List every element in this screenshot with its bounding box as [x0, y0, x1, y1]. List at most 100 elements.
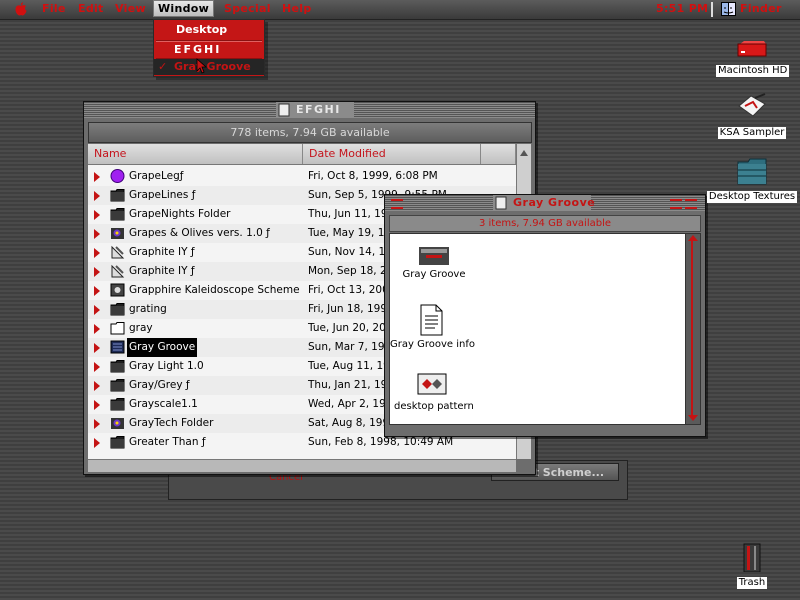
scroll-up-arrow-icon[interactable]: [687, 234, 699, 242]
folder-icon: [110, 436, 125, 449]
file-date-modified: Fri, Oct 8, 1999, 6:08 PM: [308, 170, 438, 182]
gray-groove-file[interactable]: Gray Groove: [398, 246, 470, 280]
menu-divider: [711, 2, 713, 17]
folder-title-icon: [278, 103, 290, 117]
zoom-box-icon[interactable]: [670, 199, 682, 209]
disclosure-triangle-icon[interactable]: [94, 362, 100, 372]
disclosure-triangle-icon[interactable]: [94, 229, 100, 239]
trash-icon: [743, 543, 761, 573]
desktop-icon-trash[interactable]: Trash: [728, 542, 776, 589]
menu-bar: File Edit View Window Special Help 5:51 …: [0, 0, 800, 20]
efghi-title: EFGHI: [296, 103, 341, 116]
folder-icon: [110, 189, 125, 202]
file-row[interactable]: GrapeLegƒ Fri, Oct 8, 1999, 6:08 PM: [88, 167, 516, 186]
folder-icon: [110, 208, 125, 221]
mouse-cursor-icon: [196, 58, 208, 74]
menu-help[interactable]: Help: [282, 2, 312, 15]
document-icon: [420, 304, 443, 336]
gray-groove-info-label: Gray Groove info: [390, 339, 475, 350]
app-menu-finder[interactable]: Finder: [740, 2, 782, 15]
graphite-icon: [111, 264, 125, 278]
icon-view-pane: Gray Groove Gray Groove info desktop pat…: [389, 233, 687, 425]
scroll-down-arrow-icon[interactable]: [687, 414, 699, 422]
desktop-icon-ksa-sampler[interactable]: KSA Sampler: [716, 92, 788, 139]
file-name: Grayscale1.1: [129, 398, 198, 410]
column-header-row: Name Date Modified: [88, 144, 516, 165]
gray-groove-file-label: Gray Groove: [402, 269, 466, 280]
disclosure-triangle-icon[interactable]: [94, 191, 100, 201]
desktop-label-macintosh-hd: Macintosh HD: [716, 65, 790, 77]
graphite-icon: [111, 245, 125, 259]
window-menu-item-efghi[interactable]: EFGHI: [154, 41, 264, 58]
scheme-folder-icon: [110, 340, 125, 354]
file-name: Grapphire Kaleidoscope Scheme: [129, 284, 300, 296]
disclosure-triangle-icon[interactable]: [94, 267, 100, 277]
file-name: Gray/Grey ƒ: [129, 379, 190, 391]
file-name: Graphite IY ƒ: [129, 246, 195, 258]
gray-groove-vertical-scrollbar[interactable]: [685, 233, 701, 425]
disclosure-triangle-icon[interactable]: [94, 286, 100, 296]
file-name: Graphite IY ƒ: [129, 265, 195, 277]
collapse-box-icon[interactable]: [685, 199, 697, 209]
column-name[interactable]: Name: [88, 144, 303, 164]
window-menu-item-desktop[interactable]: Desktop: [154, 21, 264, 38]
finder-icon[interactable]: [721, 2, 736, 16]
file-name: Gray Groove: [127, 338, 198, 357]
app-folder-icon: [111, 228, 124, 239]
folder-icon: [110, 360, 125, 373]
disclosure-triangle-icon[interactable]: [94, 343, 100, 353]
file-name: grating: [129, 303, 167, 315]
disclosure-triangle-icon[interactable]: [94, 438, 100, 448]
disclosure-triangle-icon[interactable]: [94, 172, 100, 182]
empty-folder-icon: [110, 322, 125, 335]
folder-icon: [737, 158, 767, 185]
file-name: GrapeLines ƒ: [129, 189, 196, 201]
menu-view[interactable]: View: [115, 2, 146, 15]
desktop-pattern-file[interactable]: desktop pattern: [394, 372, 474, 412]
window-menu-item-gray-groove[interactable]: Gray Groove: [154, 59, 264, 75]
disclosure-triangle-icon[interactable]: [94, 305, 100, 315]
efghi-titlebar[interactable]: EFGHI: [84, 102, 535, 118]
folder-title-icon: [495, 196, 507, 210]
disclosure-triangle-icon[interactable]: [94, 324, 100, 334]
menu-file[interactable]: File: [42, 2, 66, 15]
efghi-status-bar: 778 items, 7.94 GB available: [88, 122, 532, 143]
close-box-icon[interactable]: [391, 199, 403, 209]
window-menu-dropdown: Desktop EFGHI ✓ Gray Groove: [153, 19, 265, 77]
desktop-label-ksa-sampler: KSA Sampler: [717, 127, 787, 139]
disclosure-triangle-icon[interactable]: [94, 381, 100, 391]
desktop-icon-desktop-textures[interactable]: Desktop Textures: [706, 156, 798, 203]
folder-icon: [110, 379, 125, 392]
cd-icon: [738, 93, 766, 117]
file-name: GrapeLegƒ: [129, 170, 184, 182]
gray-groove-title: Gray Groove: [513, 196, 596, 209]
gray-groove-titlebar[interactable]: Gray Groove: [385, 195, 705, 211]
efghi-horizontal-scrollbar[interactable]: [88, 459, 516, 472]
menu-edit[interactable]: Edit: [78, 2, 104, 15]
disclosure-triangle-icon[interactable]: [94, 210, 100, 220]
disclosure-triangle-icon[interactable]: [94, 400, 100, 410]
desktop-label-trash: Trash: [736, 577, 768, 589]
column-date-modified[interactable]: Date Modified: [303, 144, 481, 164]
file-name: gray: [129, 322, 153, 334]
menu-special[interactable]: Special: [224, 2, 271, 15]
gray-groove-window: Gray Groove 3 items, 7.94 GB available G…: [384, 194, 706, 437]
gray-groove-info-file[interactable]: Gray Groove info: [390, 304, 475, 350]
column-extra[interactable]: [481, 144, 516, 164]
menu-window[interactable]: Window: [153, 0, 215, 17]
hard-drive-icon: [737, 41, 767, 57]
scroll-up-arrow-icon[interactable]: [519, 148, 529, 158]
desktop-icon-macintosh-hd[interactable]: Macintosh HD: [716, 40, 790, 77]
pattern-file-icon: [417, 373, 447, 395]
disclosure-triangle-icon[interactable]: [94, 248, 100, 258]
file-name: GrapeNights Folder: [129, 208, 231, 220]
menu-clock[interactable]: 5:51 PM: [656, 2, 708, 15]
folder-icon: [110, 303, 125, 316]
apple-menu-icon[interactable]: [14, 2, 28, 16]
purple-ball-icon: [110, 169, 125, 183]
folder-icon: [110, 398, 125, 411]
disclosure-triangle-icon[interactable]: [94, 419, 100, 429]
file-name: Gray Light 1.0: [129, 360, 204, 372]
desktop-label-desktop-textures: Desktop Textures: [706, 191, 798, 203]
file-name: Greater Than ƒ: [129, 436, 206, 448]
